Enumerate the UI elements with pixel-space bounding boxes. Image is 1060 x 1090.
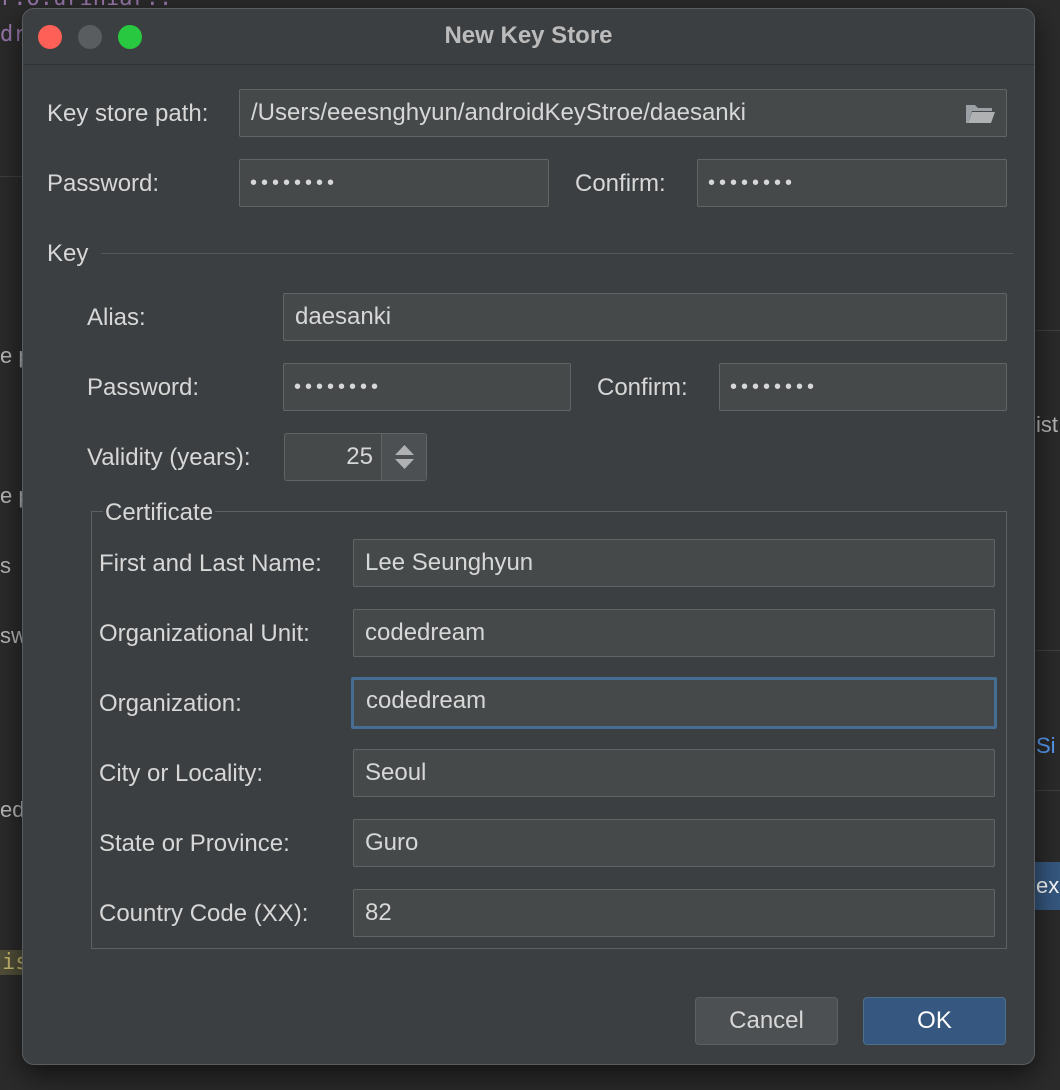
password-field[interactable]: ••••••••	[239, 159, 549, 207]
key-confirm-label: Confirm:	[597, 374, 688, 401]
alias-field[interactable]: daesanki	[283, 293, 1007, 341]
folder-icon[interactable]	[964, 102, 996, 126]
alias-label: Alias:	[87, 304, 146, 331]
state-field[interactable]: Guro	[353, 819, 995, 867]
key-confirm-password-field[interactable]: ••••••••	[719, 363, 1007, 411]
dialog-title: New Key Store	[444, 22, 613, 49]
first-last-name-label: First and Last Name:	[99, 550, 322, 577]
validity-spinner[interactable]: 25	[284, 433, 427, 481]
city-label: City or Locality:	[99, 760, 264, 787]
background-fragment: Si	[1036, 733, 1056, 758]
background-fragment: s	[0, 553, 11, 578]
key-password-label: Password:	[87, 374, 200, 401]
ok-button[interactable]: OK	[863, 997, 1006, 1045]
titlebar: New Key Store	[23, 9, 1034, 65]
certificate-title: Certificate	[103, 499, 216, 527]
password-label: Password:	[47, 170, 160, 197]
validity-label: Validity (years):	[87, 444, 251, 471]
org-unit-field[interactable]: codedream	[353, 609, 995, 657]
new-key-store-dialog: New Key Store Key store path: /Users/eee…	[22, 8, 1035, 1065]
validity-stepper-buttons[interactable]	[381, 434, 426, 480]
background-divider	[1036, 790, 1060, 791]
state-label: State or Province:	[99, 830, 290, 857]
background-divider	[1036, 330, 1060, 331]
confirm-label: Confirm:	[575, 170, 666, 197]
background-divider	[0, 176, 22, 177]
background-divider	[1036, 650, 1060, 651]
validity-value[interactable]: 25	[285, 434, 381, 480]
country-code-label: Country Code (XX):	[99, 900, 309, 927]
first-last-name-field[interactable]: Lee Seunghyun	[353, 539, 995, 587]
key-group-label: Key	[47, 240, 89, 267]
background-fragment: ist	[1036, 412, 1058, 437]
keystore-path-value: /Users/eeesnghyun/androidKeyStroe/daesan…	[251, 99, 746, 126]
keystore-path-field[interactable]: /Users/eeesnghyun/androidKeyStroe/daesan…	[239, 89, 1007, 137]
keystore-path-label: Key store path:	[47, 100, 209, 127]
key-password-field[interactable]: ••••••••	[283, 363, 571, 411]
organization-label: Organization:	[99, 690, 242, 717]
city-field[interactable]: Seoul	[353, 749, 995, 797]
key-separator	[101, 253, 1013, 254]
organization-field[interactable]: codedream	[351, 677, 997, 729]
country-code-field[interactable]: 82	[353, 889, 995, 937]
cancel-button[interactable]: Cancel	[695, 997, 838, 1045]
background-fragment: ed	[0, 797, 25, 822]
confirm-password-field[interactable]: ••••••••	[697, 159, 1007, 207]
up-down-arrows-icon[interactable]	[382, 434, 427, 480]
org-unit-label: Organizational Unit:	[99, 620, 310, 647]
